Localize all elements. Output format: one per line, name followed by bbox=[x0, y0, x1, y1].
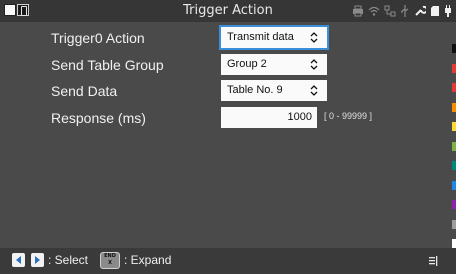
printer-icon bbox=[353, 5, 363, 17]
left-arrow-icon bbox=[16, 256, 21, 264]
channel-color-marker bbox=[452, 103, 456, 112]
menu-icon[interactable] bbox=[428, 255, 438, 267]
channel-color-marker bbox=[452, 220, 456, 229]
trigger-action-label: Trigger0 Action bbox=[51, 30, 145, 46]
sd-card-icon bbox=[431, 6, 439, 16]
channel-color-marker bbox=[452, 142, 456, 151]
send-table-group-label: Send Table Group bbox=[51, 57, 164, 73]
usb-icon bbox=[401, 5, 409, 17]
right-arrow-button[interactable] bbox=[31, 253, 44, 267]
send-data-value: Table No. 9 bbox=[227, 84, 283, 96]
response-input[interactable]: 1000 bbox=[221, 107, 317, 128]
channel-color-marker bbox=[452, 239, 456, 248]
send-table-group-value: Group 2 bbox=[227, 58, 267, 70]
bottom-bar: : Select END X : Expand bbox=[0, 248, 456, 274]
right-arrow-icon bbox=[35, 256, 40, 264]
title-bar: Trigger Action bbox=[0, 0, 456, 22]
end-key-top-label: END bbox=[104, 253, 116, 259]
send-data-label: Send Data bbox=[51, 83, 118, 99]
channel-color-marker bbox=[452, 181, 456, 190]
response-range-hint: [ 0 - 99999 ] bbox=[324, 111, 373, 121]
power-plug-icon bbox=[445, 5, 451, 17]
status-icons bbox=[352, 3, 452, 19]
channel-color-marker bbox=[452, 122, 456, 131]
select-hint: : Select bbox=[48, 253, 89, 267]
updown-chevron-icon bbox=[310, 85, 318, 96]
network-icon bbox=[384, 5, 396, 17]
response-value: 1000 bbox=[287, 111, 312, 123]
channel-color-marker bbox=[452, 161, 456, 170]
end-key-bottom-label: X bbox=[108, 260, 112, 266]
channel-color-marker bbox=[452, 83, 456, 92]
expand-hint: : Expand bbox=[124, 253, 172, 267]
send-table-group-select[interactable]: Group 2 bbox=[221, 54, 327, 75]
wrench-icon bbox=[415, 5, 426, 16]
response-label: Response (ms) bbox=[51, 110, 146, 126]
updown-chevron-icon bbox=[310, 59, 318, 70]
send-data-select[interactable]: Table No. 9 bbox=[221, 80, 327, 101]
end-key-button[interactable]: END X bbox=[100, 252, 120, 269]
updown-chevron-icon bbox=[310, 32, 318, 43]
left-arrow-button[interactable] bbox=[12, 253, 25, 267]
channel-color-marker bbox=[452, 200, 456, 209]
wifi-icon bbox=[368, 6, 380, 16]
channel-color-marker bbox=[452, 44, 456, 53]
trigger-action-select[interactable]: Transmit data bbox=[219, 25, 329, 50]
channel-color-marker bbox=[452, 64, 456, 73]
trigger-action-value: Transmit data bbox=[227, 31, 294, 43]
